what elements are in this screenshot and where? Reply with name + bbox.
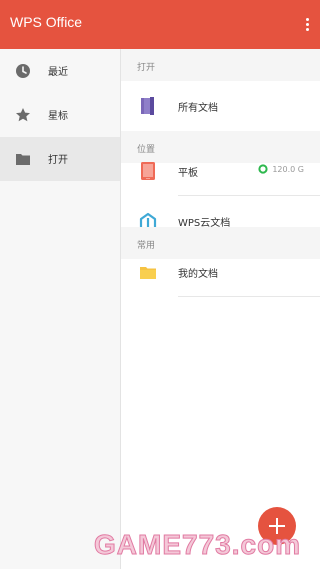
sidebar-item-label: 星标: [48, 111, 68, 122]
tablet-icon: [141, 162, 155, 180]
row-my-documents[interactable]: 我的文档: [121, 247, 320, 297]
storage-value: 120.0 G: [272, 165, 304, 174]
watermark-logo: GAME773.com: [94, 529, 301, 561]
clock-icon: [16, 64, 30, 78]
row-label: 所有文档: [178, 103, 218, 114]
content-panel: 打开 所有文档 位置 平板 120.0 G WPS云文档 常用 我的文档: [121, 49, 320, 569]
sidebar-item-label: 打开: [48, 155, 68, 166]
section-label: 打开: [137, 63, 156, 73]
folder-icon: [140, 267, 156, 279]
row-tablet[interactable]: 平板 120.0 G: [121, 146, 320, 196]
app-bar: WPS Office: [0, 0, 320, 49]
storage-indicator: 120.0 G: [258, 164, 304, 174]
watermark-text: GAME773.com: [94, 529, 301, 560]
row-label: 平板: [178, 168, 198, 179]
folder-icon: [16, 154, 30, 165]
section-header-open: 打开: [121, 49, 320, 81]
storage-ring-icon: [258, 164, 268, 174]
sidebar-item-starred[interactable]: 星标: [0, 93, 120, 137]
sidebar-item-label: 最近: [48, 67, 68, 78]
star-icon: [16, 108, 30, 122]
documents-icon: [141, 97, 154, 115]
sidebar-item-recent[interactable]: 最近: [0, 49, 120, 93]
row-label: 我的文档: [178, 269, 218, 280]
sidebar-item-open[interactable]: 打开: [0, 137, 120, 181]
app-title: WPS Office: [10, 14, 83, 30]
row-all-documents[interactable]: 所有文档: [121, 81, 320, 131]
more-options-icon[interactable]: [300, 12, 314, 38]
row-divider: [178, 296, 320, 297]
sidebar: 最近 星标 打开: [0, 49, 121, 569]
